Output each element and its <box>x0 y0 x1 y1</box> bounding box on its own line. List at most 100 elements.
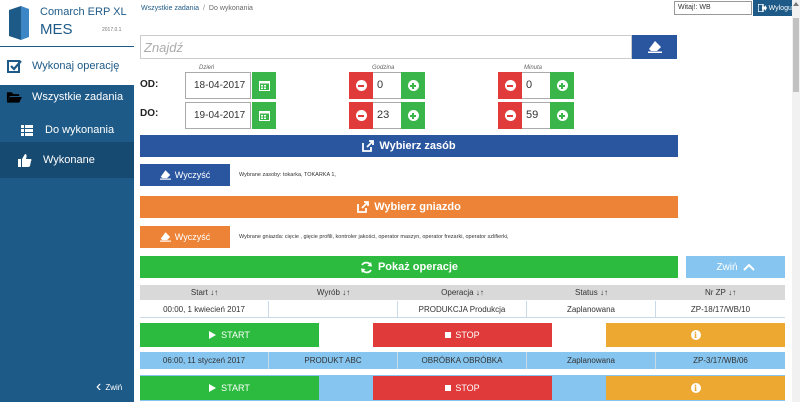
logout-icon <box>757 4 767 12</box>
from-calendar-button[interactable] <box>252 72 276 99</box>
list-icon <box>19 122 35 138</box>
to-hour-plus-button[interactable] <box>401 102 425 129</box>
column-header-status[interactable]: Status ↓↑ <box>527 285 656 300</box>
select-resource-label: Wybierz zasób <box>379 140 456 152</box>
info-button[interactable]: i <box>606 376 785 400</box>
sort-icon: ↓↑ <box>342 288 351 297</box>
selected-resources-text: Wybrane zasoby: tokarka, TOKARKA 1, <box>239 172 336 178</box>
info-icon: i <box>690 330 701 340</box>
sort-icon: ↓↑ <box>728 288 737 297</box>
cell-product <box>269 301 398 317</box>
eraser-icon <box>159 232 171 242</box>
from-hour-input[interactable]: 0 <box>373 72 401 99</box>
to-calendar-button[interactable] <box>252 102 276 129</box>
minus-icon <box>504 110 516 121</box>
to-minute-input[interactable]: 59 <box>522 102 550 129</box>
sidebar: Comarch ERP XL MES 2017.0.1 Wykonaj oper… <box>0 0 134 402</box>
from-label: OD: <box>140 79 159 90</box>
show-operations-label: Pokaż operacje <box>377 261 459 273</box>
select-resource-button[interactable]: Wybierz zasób <box>140 135 678 157</box>
to-hour-input[interactable]: 23 <box>373 102 401 129</box>
app-product: MES <box>40 21 73 38</box>
chevron-up-icon <box>742 263 755 271</box>
plus-icon <box>407 110 419 121</box>
app-version: 2017.0.1 <box>102 27 122 33</box>
info-button[interactable]: i <box>606 323 785 347</box>
to-hour-minus-button[interactable] <box>349 102 373 129</box>
cell-status: Zaplanowana <box>527 301 656 317</box>
table-row[interactable]: 06:00, 11 styczeń 2017 PRODUKT ABC OBRÓB… <box>140 352 785 369</box>
search-input[interactable]: Znajdź <box>140 35 632 59</box>
select-workstation-button[interactable]: Wybierz gniazdo <box>140 196 678 218</box>
table-row[interactable]: 00:00, 1 kwiecień 2017 PRODUKCJA Produkc… <box>140 301 785 318</box>
cell-order: ZP-3/17/WB/06 <box>693 356 748 365</box>
folder-open-icon <box>6 89 22 105</box>
thumbs-up-icon <box>17 152 33 168</box>
to-minute-plus-button[interactable] <box>550 102 574 129</box>
cell-start: 00:00, 1 kwiecień 2017 <box>140 301 269 317</box>
from-hour-minus-button[interactable] <box>349 72 373 99</box>
start-button[interactable]: START <box>140 323 319 347</box>
sort-icon: ↓↑ <box>210 288 219 297</box>
column-header-order[interactable]: Nr ZP ↓↑ <box>656 285 785 300</box>
from-minute-plus-button[interactable] <box>550 72 574 99</box>
from-hour-plus-button[interactable] <box>401 72 425 99</box>
cell-operation: PRODUKCJA Produkcja <box>398 301 527 317</box>
cell-product: PRODUKT ABC <box>269 352 398 369</box>
minute-label: Minuta <box>524 65 543 71</box>
plus-icon <box>407 80 419 91</box>
stop-button[interactable]: STOP <box>373 323 552 347</box>
search-clear-button[interactable] <box>632 35 677 59</box>
checkbox-icon <box>6 58 22 74</box>
external-link-icon <box>357 201 370 213</box>
stop-icon <box>445 332 452 338</box>
scrollbar-thumb[interactable] <box>793 18 799 92</box>
collapse-filters-button[interactable]: Zwiń <box>686 256 785 278</box>
cell-start: 06:00, 11 styczeń 2017 <box>140 352 269 369</box>
column-header-start[interactable]: Start ↓↑ <box>140 285 269 300</box>
column-header-operation[interactable]: Operacja ↓↑ <box>398 285 527 300</box>
breadcrumb-separator: / <box>202 5 205 12</box>
to-date-input[interactable]: 19-04-2017 <box>185 102 251 129</box>
collapse-filters-label: Zwiń <box>716 261 738 273</box>
sidebar-item-wykonane[interactable]: Wykonane <box>0 142 134 178</box>
breadcrumb-current: Do wykonania <box>208 5 253 12</box>
scroll-up-arrow-icon[interactable] <box>793 2 799 6</box>
start-button[interactable]: START <box>140 376 319 400</box>
refresh-icon <box>360 261 373 274</box>
show-operations-button[interactable]: Pokaż operacje <box>140 256 678 278</box>
from-date-input[interactable]: 18-04-2017 <box>185 72 251 99</box>
eraser-icon <box>647 41 662 53</box>
scrollbar[interactable] <box>792 0 800 402</box>
sort-icon: ↓↑ <box>475 288 484 297</box>
plus-icon <box>556 80 568 91</box>
clear-workstation-button[interactable]: Wyczyść <box>140 226 230 248</box>
cell-status: Zaplanowana <box>527 352 656 369</box>
user-field[interactable]: Witaj!: WB <box>674 1 752 15</box>
clear-resource-button[interactable]: Wyczyść <box>140 164 230 186</box>
stop-button[interactable]: STOP <box>373 376 552 400</box>
breadcrumb-root-link[interactable]: Wszystkie zadania <box>141 5 199 12</box>
minus-icon <box>504 80 516 91</box>
sort-icon: ↓↑ <box>599 288 608 297</box>
from-minute-minus-button[interactable] <box>498 72 522 99</box>
sidebar-item-label: Wykonaj operację <box>32 60 120 72</box>
column-header-product[interactable]: Wyrób ↓↑ <box>269 285 398 300</box>
sidebar-collapse-label: Zwiń <box>105 382 123 392</box>
calendar-icon <box>258 111 270 121</box>
sidebar-item-label: Wykonane <box>43 154 95 166</box>
day-label: Dzień <box>199 65 215 71</box>
table-header: Start ↓↑ Wyrób ↓↑ Operacja ↓↑ Status ↓↑ … <box>140 285 785 300</box>
comarch-logo-icon <box>9 6 29 40</box>
chevron-left-icon: ‹ <box>96 378 102 395</box>
to-label: DO: <box>140 108 159 119</box>
to-minute-minus-button[interactable] <box>498 102 522 129</box>
minus-icon <box>355 80 367 91</box>
app-logo: Comarch ERP XL MES 2017.0.1 <box>0 0 134 46</box>
sidebar-collapse-button[interactable]: ‹ Zwiń <box>96 378 122 396</box>
calendar-icon <box>258 81 270 91</box>
from-minute-input[interactable]: 0 <box>522 72 550 99</box>
stop-icon <box>445 385 452 391</box>
info-icon: i <box>690 383 701 393</box>
play-icon <box>209 331 217 339</box>
